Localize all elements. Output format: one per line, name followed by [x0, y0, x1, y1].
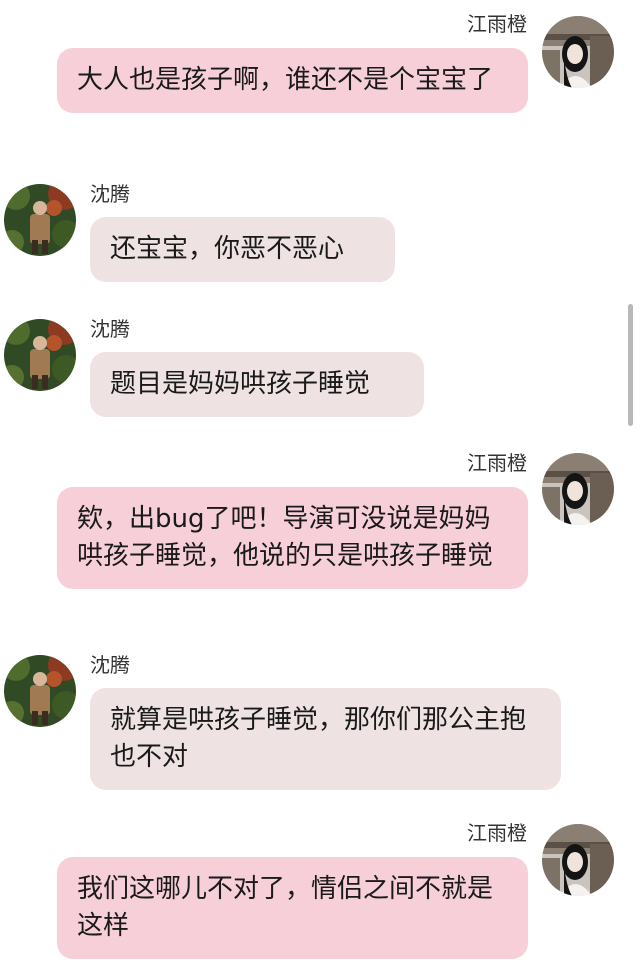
avatar-jiang-yucheng[interactable]: [542, 16, 614, 88]
message-bubble-received[interactable]: 就算是哄孩子睡觉，那你们那公主抱也不对: [90, 688, 561, 790]
avatar-jiang-yucheng-icon: [542, 453, 614, 525]
avatar-shen-teng[interactable]: [4, 319, 76, 391]
sender-name: 沈腾: [90, 182, 130, 206]
message-bubble-received[interactable]: 题目是妈妈哄孩子睡觉: [90, 352, 424, 417]
avatar-shen-teng-icon: [4, 655, 76, 727]
scrollbar[interactable]: [628, 304, 633, 426]
avatar-shen-teng-icon: [4, 319, 76, 391]
sender-name: 沈腾: [90, 653, 130, 677]
avatar-jiang-yucheng-icon: [542, 16, 614, 88]
avatar-shen-teng-icon: [4, 184, 76, 256]
avatar-shen-teng[interactable]: [4, 655, 76, 727]
avatar-jiang-yucheng[interactable]: [542, 824, 614, 896]
sender-name: 沈腾: [90, 317, 130, 341]
message-bubble-sent[interactable]: 大人也是孩子啊，谁还不是个宝宝了: [57, 48, 528, 113]
sender-name: 江雨橙: [467, 451, 527, 475]
sender-name: 江雨橙: [467, 12, 527, 36]
sender-name: 江雨橙: [467, 821, 527, 845]
message-bubble-sent[interactable]: 我们这哪儿不对了，情侣之间不就是这样: [57, 857, 528, 959]
avatar-jiang-yucheng-icon: [542, 824, 614, 896]
message-bubble-received[interactable]: 还宝宝，你恶不恶心: [90, 217, 395, 282]
chat-thread[interactable]: 江雨橙 大人也是孩子啊，谁还不是个宝宝了 沈腾 还宝宝，你恶不恶心 沈腾 题目是…: [0, 0, 640, 976]
avatar-jiang-yucheng[interactable]: [542, 453, 614, 525]
avatar-shen-teng[interactable]: [4, 184, 76, 256]
message-bubble-sent[interactable]: 欸，出bug了吧！导演可没说是妈妈哄孩子睡觉，他说的只是哄孩子睡觉: [57, 487, 528, 589]
